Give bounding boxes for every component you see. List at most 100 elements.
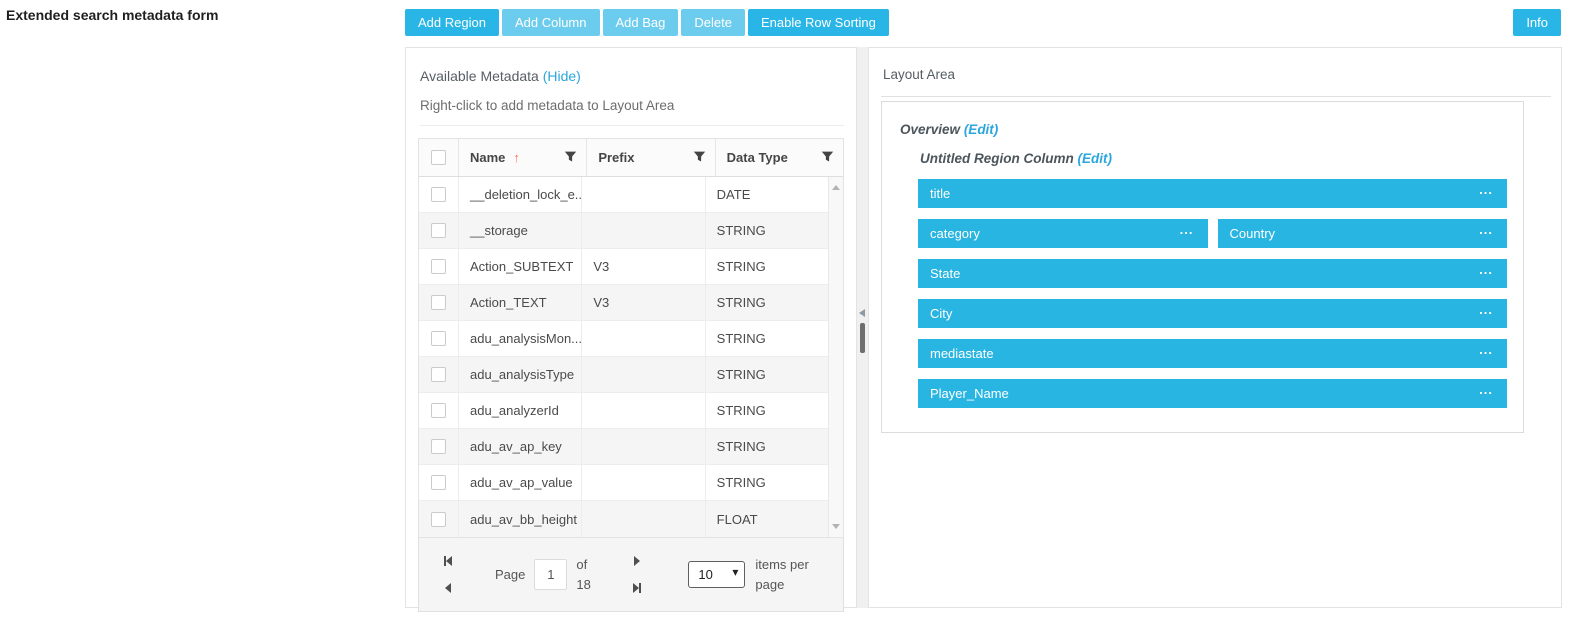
field-row: title... [918, 179, 1507, 208]
cell-data-type: FLOAT [706, 501, 828, 537]
info-button[interactable]: Info [1513, 9, 1561, 36]
grid-header-row: Name ↑ Prefix Data Type [419, 139, 843, 177]
filter-icon[interactable] [564, 150, 577, 166]
next-page-button[interactable] [634, 556, 640, 566]
row-checkbox[interactable] [431, 259, 446, 274]
filter-icon[interactable] [821, 150, 834, 166]
cell-name: Action_TEXT [459, 285, 582, 320]
field-menu-icon[interactable]: ... [1479, 307, 1493, 320]
last-page-button[interactable] [633, 583, 641, 593]
table-row[interactable]: adu_analysisMon... STRING [419, 321, 828, 357]
column-header-data-type[interactable]: Data Type [716, 139, 843, 176]
toolbar-button-add-column[interactable]: Add Column [502, 9, 600, 36]
row-checkbox[interactable] [431, 295, 446, 310]
layout-field-country[interactable]: Country... [1218, 219, 1508, 248]
row-checkbox[interactable] [431, 331, 446, 346]
field-menu-icon[interactable]: ... [1479, 187, 1493, 200]
field-label: mediastate [930, 346, 994, 361]
layout-field-title[interactable]: title... [918, 179, 1507, 208]
layout-field-player_name[interactable]: Player_Name... [918, 379, 1507, 408]
region-header: Overview (Edit) [900, 122, 1507, 137]
region-edit-link[interactable]: (Edit) [964, 122, 999, 137]
cell-data-type: STRING [706, 213, 828, 248]
hide-link[interactable]: (Hide) [543, 68, 581, 84]
row-checkbox[interactable] [431, 439, 446, 454]
row-checkbox[interactable] [431, 223, 446, 238]
cell-data-type: STRING [706, 285, 828, 320]
page-size-group: 10 items per page [688, 555, 819, 595]
field-label: City [930, 306, 952, 321]
cell-data-type: STRING [706, 321, 828, 356]
table-row[interactable]: adu_analysisType STRING [419, 357, 828, 393]
layout-field-city[interactable]: City... [918, 299, 1507, 328]
cell-prefix [582, 321, 705, 356]
cell-prefix [582, 465, 705, 500]
cell-name: Action_SUBTEXT [459, 249, 582, 284]
cell-data-type: STRING [706, 465, 828, 500]
field-menu-icon[interactable]: ... [1479, 267, 1493, 280]
total-pages: 18 [576, 575, 598, 595]
table-row[interactable]: Action_SUBTEXT V3 STRING [419, 249, 828, 285]
layout-field-mediastate[interactable]: mediastate... [918, 339, 1507, 368]
scroll-up-icon[interactable] [832, 185, 840, 190]
row-checkbox[interactable] [431, 475, 446, 490]
table-row[interactable]: adu_av_ap_value STRING [419, 465, 828, 501]
splitter-drag-handle[interactable] [860, 323, 865, 353]
region-column-header: Untitled Region Column (Edit) [920, 151, 1507, 166]
page-number-input[interactable] [534, 559, 567, 590]
grid-body-wrap: __deletion_lock_e... DATE __storage STRI… [419, 177, 843, 537]
table-row[interactable]: adu_av_ap_key STRING [419, 429, 828, 465]
toolbar-button-enable-row-sorting[interactable]: Enable Row Sorting [748, 9, 889, 36]
field-menu-icon[interactable]: ... [1479, 387, 1493, 400]
table-row[interactable]: __storage STRING [419, 213, 828, 249]
row-checkbox[interactable] [431, 403, 446, 418]
cell-data-type: STRING [706, 393, 828, 428]
select-all-checkbox[interactable] [431, 150, 446, 165]
table-row[interactable]: Action_TEXT V3 STRING [419, 285, 828, 321]
page-size-select[interactable]: 10 [688, 561, 745, 588]
pager-page-group: Page of 18 [495, 555, 598, 595]
pager-nav-left [439, 556, 457, 593]
cell-name: adu_av_ap_value [459, 465, 582, 500]
filter-icon[interactable] [693, 150, 706, 166]
row-checkbox[interactable] [431, 367, 446, 382]
page-count: of 18 [576, 555, 598, 595]
cell-name: adu_av_ap_key [459, 429, 582, 464]
layout-field-category[interactable]: category... [918, 219, 1208, 248]
of-label: of [576, 555, 598, 575]
panel-splitter[interactable] [857, 47, 868, 608]
layout-field-state[interactable]: State... [918, 259, 1507, 288]
field-menu-icon[interactable]: ... [1479, 227, 1493, 240]
table-row[interactable]: adu_analyzerId STRING [419, 393, 828, 429]
previous-page-button[interactable] [445, 583, 451, 593]
region-column-edit-link[interactable]: (Edit) [1078, 151, 1113, 166]
sort-asc-icon: ↑ [513, 150, 520, 165]
field-menu-icon[interactable]: ... [1479, 347, 1493, 360]
scroll-down-icon[interactable] [832, 524, 840, 529]
field-row: category... Country... [918, 219, 1507, 248]
toolbar-button-delete[interactable]: Delete [681, 9, 745, 36]
field-label: title [930, 186, 950, 201]
grid-body: __deletion_lock_e... DATE __storage STRI… [419, 177, 828, 537]
first-page-button[interactable] [444, 556, 452, 566]
row-checkbox-cell [419, 429, 459, 464]
toolbar-button-add-region[interactable]: Add Region [405, 9, 499, 36]
column-header-prefix[interactable]: Prefix [587, 139, 715, 176]
row-checkbox[interactable] [431, 187, 446, 202]
field-row: mediastate... [918, 339, 1507, 368]
field-row: State... [918, 259, 1507, 288]
toolbar-button-add-bag[interactable]: Add Bag [603, 9, 679, 36]
cell-prefix [582, 357, 705, 392]
table-row[interactable]: __deletion_lock_e... DATE [419, 177, 828, 213]
cell-prefix [582, 177, 705, 212]
field-label: Country [1230, 226, 1276, 241]
field-menu-icon[interactable]: ... [1180, 227, 1194, 240]
items-per-page-label: items per page [755, 555, 819, 595]
row-checkbox[interactable] [431, 512, 446, 527]
column-header-name[interactable]: Name ↑ [459, 139, 587, 176]
row-checkbox-cell [419, 213, 459, 248]
splitter-collapse-icon[interactable] [859, 309, 865, 317]
row-checkbox-cell [419, 249, 459, 284]
grid-scrollbar[interactable] [828, 177, 843, 537]
table-row[interactable]: adu_av_bb_height FLOAT [419, 501, 828, 537]
